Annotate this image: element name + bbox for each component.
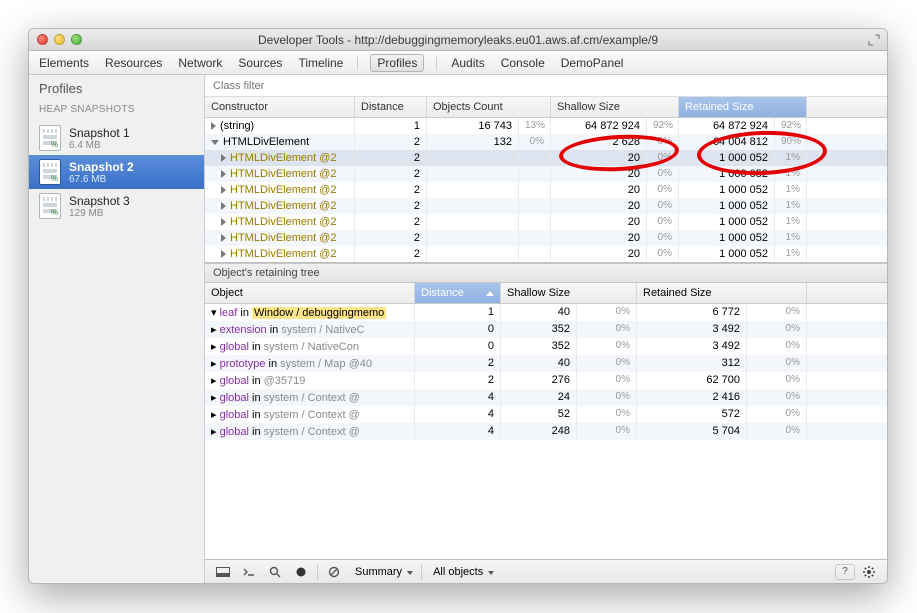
col-distance[interactable]: Distance [415,283,501,303]
tree-row[interactable]: ▸ global in system / NativeCon 0 3520% 3… [205,338,887,355]
constructors-grid: Constructor Distance Objects Count Shall… [205,97,887,263]
snapshot-name: Snapshot 1 [69,126,130,140]
menu-network[interactable]: Network [176,54,224,72]
filter-select[interactable]: All objects [426,563,498,581]
tree-header[interactable]: Object Distance Shallow Size Retained Si… [205,283,887,304]
col-shallow[interactable]: Shallow Size [501,283,637,303]
col-constructor[interactable]: Constructor [205,97,355,117]
col-distance[interactable]: Distance [355,97,427,117]
table-row[interactable]: HTMLDivElement @2 2 200% 1 000 0521% [205,214,887,230]
clear-icon[interactable] [322,563,346,581]
help-button[interactable]: ? [835,564,855,580]
table-row[interactable]: (string) 1 16 74313% 64 872 92492% 64 87… [205,118,887,134]
titlebar: Developer Tools - http://debuggingmemory… [29,29,887,51]
record-icon[interactable] [289,563,313,581]
menu-elements[interactable]: Elements [37,54,91,72]
snapshot-item[interactable]: Snapshot 1 6.4 MB [29,121,204,155]
sidebar-title: Profiles [29,75,204,102]
col-retained[interactable]: Retained Size [637,283,807,303]
table-row[interactable]: HTMLDivElement @2 2 200% 1 000 0521% [205,182,887,198]
menu-audits[interactable]: Audits [449,54,486,72]
menu-sources[interactable]: Sources [236,54,284,72]
tree-row[interactable]: ▸ global in @35719 2 2760% 62 7000% [205,372,887,389]
snapshot-icon [39,193,61,219]
menu-profiles[interactable]: Profiles [370,54,424,72]
view-select[interactable]: Summary [348,563,417,581]
col-retained-size[interactable]: Retained Size [679,97,807,117]
tree-row[interactable]: ▾ leaf in Window / debuggingmemo 1 400% … [205,304,887,321]
tree-row[interactable]: ▸ prototype in system / Map @40 2 400% 3… [205,355,887,372]
snapshot-icon [39,159,61,185]
col-shallow-size[interactable]: Shallow Size [551,97,679,117]
table-row[interactable]: HTMLDivElement @2 2 200% 1 000 0521% [205,150,887,166]
table-row[interactable]: HTMLDivElement @2 2 200% 1 000 0521% [205,230,887,246]
minimize-icon[interactable] [54,34,65,45]
snapshot-icon [39,125,61,151]
snapshot-name: Snapshot 3 [69,194,130,208]
tree-row[interactable]: ▸ global in system / Context @ 4 240% 2 … [205,389,887,406]
menu-timeline[interactable]: Timeline [296,54,345,72]
table-row[interactable]: HTMLDivElement @2 2 200% 1 000 0521% [205,198,887,214]
tree-row[interactable]: ▸ global in system / Context @ 4 2480% 5… [205,423,887,440]
retaining-tree: Object Distance Shallow Size Retained Si… [205,283,887,559]
menubar: Elements Resources Network Sources Timeline P… [29,51,887,75]
snapshot-item[interactable]: Snapshot 3 129 MB [29,189,204,223]
col-objects-count[interactable]: Objects Count [427,97,551,117]
grid-header[interactable]: Constructor Distance Objects Count Shall… [205,97,887,118]
table-row[interactable]: HTMLDivElement @2 2 200% 1 000 0521% [205,246,887,262]
menu-console[interactable]: Console [499,54,547,72]
sidebar-section: HEAP SNAPSHOTS [29,102,204,121]
col-object[interactable]: Object [205,283,415,303]
close-icon[interactable] [37,34,48,45]
retaining-tree-title: Object's retaining tree [205,263,887,283]
tree-row[interactable]: ▸ global in system / Context @ 4 520% 57… [205,406,887,423]
traffic-lights [29,34,82,45]
snapshot-size: 67.6 MB [69,174,134,185]
table-row[interactable]: HTMLDivElement 2 1320% 2 6280% 64 004 81… [205,134,887,150]
search-icon[interactable] [263,563,287,581]
class-filter-input[interactable] [205,75,887,96]
settings-icon[interactable] [857,563,881,581]
dock-icon[interactable] [211,563,235,581]
table-row[interactable]: HTMLDivElement @2 2 200% 1 000 0521% [205,166,887,182]
snapshot-size: 6.4 MB [69,140,130,151]
snapshot-size: 129 MB [69,208,130,219]
snapshot-name: Snapshot 2 [69,160,134,174]
menu-demopanel[interactable]: DemoPanel [559,54,626,72]
console-icon[interactable] [237,563,261,581]
sidebar: Profiles HEAP SNAPSHOTS Snapshot 1 6.4 M… [29,75,205,583]
menu-resources[interactable]: Resources [103,54,164,72]
tree-row[interactable]: ▸ extension in system / NativeC 0 3520% … [205,321,887,338]
devtools-window: Developer Tools - http://debuggingmemory… [28,28,888,584]
window-title: Developer Tools - http://debuggingmemory… [29,33,887,47]
zoom-icon[interactable] [71,34,82,45]
main-panel: Constructor Distance Objects Count Shall… [205,75,887,583]
snapshot-item[interactable]: Snapshot 2 67.6 MB [29,155,204,189]
statusbar: Summary All objects ? [205,559,887,583]
expand-icon[interactable] [867,33,881,47]
